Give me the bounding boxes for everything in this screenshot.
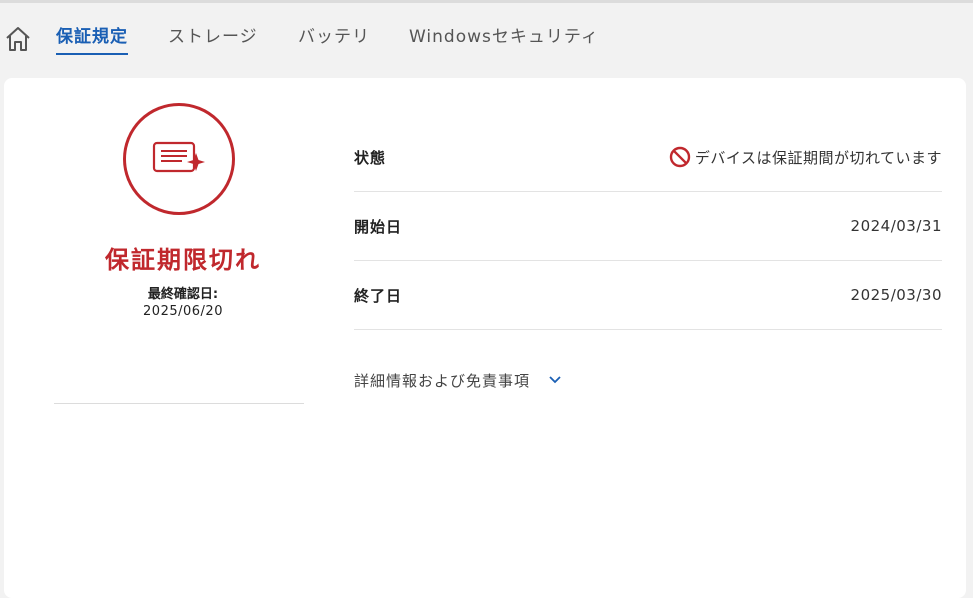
last-checked-label: 最終確認日: <box>147 287 219 302</box>
home-button[interactable] <box>4 25 32 53</box>
tab-windows-security[interactable]: Windowsセキュリティ <box>409 25 599 55</box>
prohibited-icon <box>669 146 691 168</box>
end-date-value: 2025/03/30 <box>850 286 942 304</box>
start-date-value: 2024/03/31 <box>850 217 942 235</box>
end-date-label: 終了日 <box>354 286 403 305</box>
detail-row-end-date: 終了日 2025/03/30 <box>354 261 942 330</box>
tab-storage[interactable]: ストレージ <box>168 25 258 55</box>
top-navigation: 保証規定 ストレージ バッテリ Windowsセキュリティ <box>0 3 973 75</box>
warranty-card: 保証期限切れ 最終確認日: 2025/06/20 状態 デバイスは保証期間が切れ… <box>4 78 966 598</box>
status-value-text: デバイスは保証期間が切れています <box>694 148 942 167</box>
status-label: 状態 <box>354 148 387 167</box>
home-icon <box>6 27 30 51</box>
tab-warranty[interactable]: 保証規定 <box>56 25 128 55</box>
tab-battery[interactable]: バッテリ <box>298 25 370 55</box>
details-disclaimer-toggle[interactable]: 詳細情報および免責事項 <box>354 367 562 393</box>
start-date-label: 開始日 <box>354 217 403 236</box>
status-value: デバイスは保証期間が切れています <box>669 123 942 191</box>
warranty-certificate-icon <box>152 141 205 173</box>
chevron-down-icon <box>549 376 561 384</box>
last-checked-date: 2025/06/20 <box>143 304 223 319</box>
summary-divider <box>54 403 304 404</box>
warranty-status-badge <box>123 103 235 215</box>
details-disclaimer-label: 詳細情報および免責事項 <box>354 371 531 390</box>
warranty-status-title: 保証期限切れ <box>105 246 261 274</box>
detail-row-status: 状態 デバイスは保証期間が切れています <box>354 123 942 192</box>
detail-row-start-date: 開始日 2024/03/31 <box>354 192 942 261</box>
